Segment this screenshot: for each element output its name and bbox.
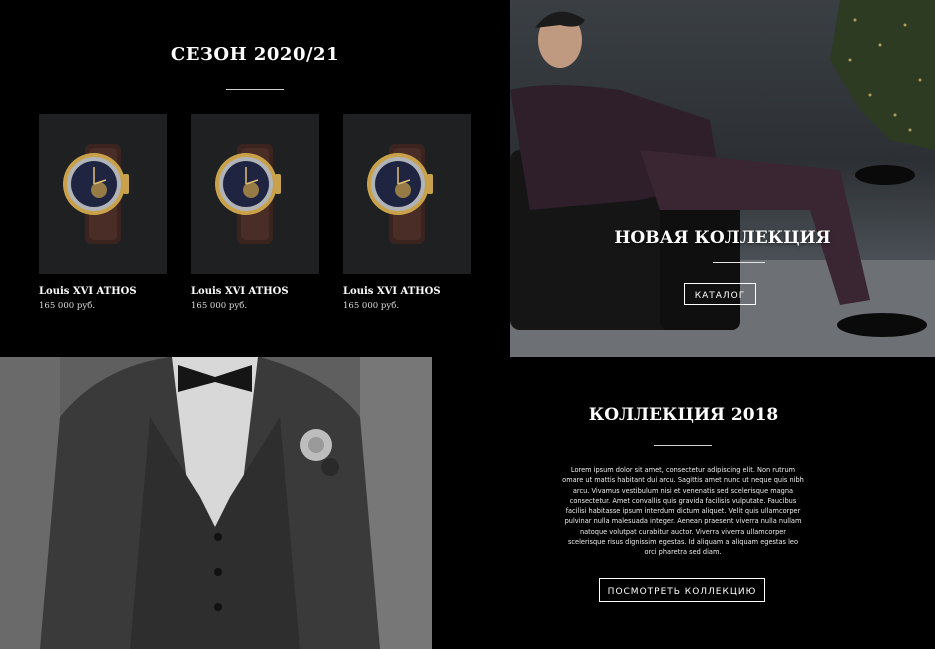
season-title: СЕЗОН 2020/21 <box>170 44 340 65</box>
season-section: СЕЗОН 2020/21 Louis XVI ATHOS 165 000 ру… <box>0 0 510 357</box>
hero-divider <box>713 262 765 263</box>
product-price-1: 165 000 руб. <box>39 301 96 311</box>
collection-description: Lorem ipsum dolor sit amet, consectetur … <box>562 466 804 557</box>
product-name-1[interactable]: Louis XVI ATHOS <box>39 286 167 297</box>
collection-2018-section: КОЛЛЕКЦИЯ 2018 Lorem ipsum dolor sit ame… <box>432 357 935 649</box>
suit-photo <box>0 357 432 649</box>
product-price-2: 165 000 руб. <box>191 301 248 311</box>
product-image-1[interactable] <box>39 114 167 274</box>
product-image-3[interactable] <box>343 114 471 274</box>
watch-icon <box>215 144 281 244</box>
collection-title: КОЛЛЕКЦИЯ 2018 <box>588 405 779 425</box>
product-image-2[interactable] <box>191 114 319 274</box>
product-card-1[interactable]: Louis XVI ATHOS 165 000 руб. <box>39 114 167 311</box>
watch-icon <box>63 144 129 244</box>
collection-divider <box>654 445 712 446</box>
product-card-2[interactable]: Louis XVI ATHOS 165 000 руб. <box>191 114 319 311</box>
catalog-button[interactable]: КАТАЛОГ <box>684 283 756 305</box>
hero-title: НОВАЯ КОЛЛЕКЦИЯ <box>614 228 831 248</box>
product-card-3[interactable]: Louis XVI ATHOS 165 000 руб. <box>343 114 471 311</box>
product-price-3: 165 000 руб. <box>343 301 400 311</box>
view-collection-button[interactable]: ПОСМОТРЕТЬ КОЛЛЕКЦИЮ <box>599 578 765 602</box>
watch-icon <box>367 144 433 244</box>
new-collection-hero: НОВАЯ КОЛЛЕКЦИЯ КАТАЛОГ <box>510 0 935 357</box>
suit-photo-section <box>0 357 432 649</box>
season-divider <box>226 89 284 90</box>
product-name-2[interactable]: Louis XVI ATHOS <box>191 286 319 297</box>
product-name-3[interactable]: Louis XVI ATHOS <box>343 286 471 297</box>
